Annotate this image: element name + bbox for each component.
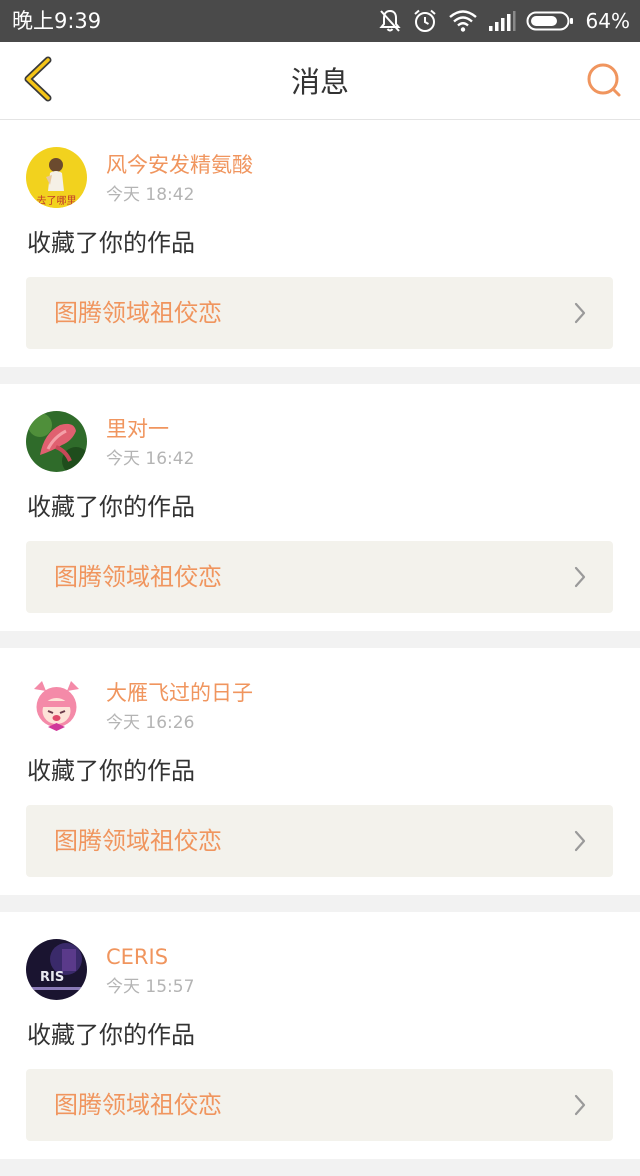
user-name[interactable]: 里对一 xyxy=(106,416,169,442)
chevron-right-icon xyxy=(573,301,587,325)
work-title: 图腾领域祖佼恋 xyxy=(54,827,222,855)
chevron-right-icon xyxy=(573,1093,587,1117)
user-name[interactable]: CERIS xyxy=(106,944,168,970)
action-text: 收藏了你的作品 xyxy=(27,757,195,785)
user-name[interactable]: 大雁飞过的日子 xyxy=(106,680,253,706)
app-header: 消息 xyxy=(0,42,640,120)
avatar[interactable]: RIS xyxy=(26,939,87,1000)
chevron-right-icon xyxy=(573,829,587,853)
status-time: 晚上9:39 xyxy=(12,9,102,33)
avatar-caption: 去了哪里 xyxy=(37,195,77,207)
page-title: 消息 xyxy=(290,65,349,99)
avatar[interactable] xyxy=(26,411,87,472)
work-link[interactable]: 图腾领域祖佼恋 xyxy=(26,1069,613,1141)
work-title: 图腾领域祖佼恋 xyxy=(54,299,222,327)
action-text: 收藏了你的作品 xyxy=(27,1021,195,1049)
alarm-icon xyxy=(412,8,438,34)
work-link[interactable]: 图腾领域祖佼恋 xyxy=(26,541,613,613)
message-card: 去了哪里 风今安发精氨酸 今天 18:42 收藏了你的作品 图腾领域祖佼恋 xyxy=(0,120,640,367)
message-list: 去了哪里 风今安发精氨酸 今天 18:42 收藏了你的作品 图腾领域祖佼恋 里对… xyxy=(0,120,640,1176)
message-time: 今天 15:57 xyxy=(106,977,195,997)
action-text: 收藏了你的作品 xyxy=(27,229,195,257)
avatar[interactable]: 去了哪里 xyxy=(26,147,87,208)
yellow-photo-avatar: 去了哪里 xyxy=(26,147,87,208)
action-text: 收藏了你的作品 xyxy=(27,493,195,521)
message-time: 今天 16:42 xyxy=(106,449,195,469)
dark-logo-avatar: RIS xyxy=(26,939,87,1000)
mute-icon xyxy=(378,8,402,34)
work-link[interactable]: 图腾领域祖佼恋 xyxy=(26,277,613,349)
search-icon xyxy=(585,61,623,103)
message-time: 今天 18:42 xyxy=(106,185,195,205)
work-link[interactable]: 图腾领域祖佼恋 xyxy=(26,805,613,877)
work-title: 图腾领域祖佼恋 xyxy=(54,1091,222,1119)
wifi-icon xyxy=(448,9,478,33)
pink-flower-avatar xyxy=(26,411,87,472)
signal-icon xyxy=(488,10,516,32)
message-card: 大雁飞过的日子 今天 16:26 收藏了你的作品 图腾领域祖佼恋 xyxy=(0,648,640,895)
cartoon-girl-avatar xyxy=(26,675,87,736)
status-bar: 晚上9:39 64% xyxy=(0,0,640,42)
chevron-right-icon xyxy=(573,565,587,589)
avatar-caption: RIS xyxy=(40,970,64,985)
battery-percentage: 64% xyxy=(585,9,630,33)
message-card: 里对一 今天 16:42 收藏了你的作品 图腾领域祖佼恋 xyxy=(0,384,640,631)
status-icons: 64% xyxy=(378,6,630,36)
battery-icon xyxy=(526,10,574,32)
work-title: 图腾领域祖佼恋 xyxy=(54,563,222,591)
user-name[interactable]: 风今安发精氨酸 xyxy=(106,152,253,178)
message-time: 今天 16:26 xyxy=(106,713,195,733)
search-button[interactable] xyxy=(578,56,630,108)
avatar[interactable] xyxy=(26,675,87,736)
message-card: RIS CERIS 今天 15:57 收藏了你的作品 图腾领域祖佼恋 xyxy=(0,912,640,1159)
